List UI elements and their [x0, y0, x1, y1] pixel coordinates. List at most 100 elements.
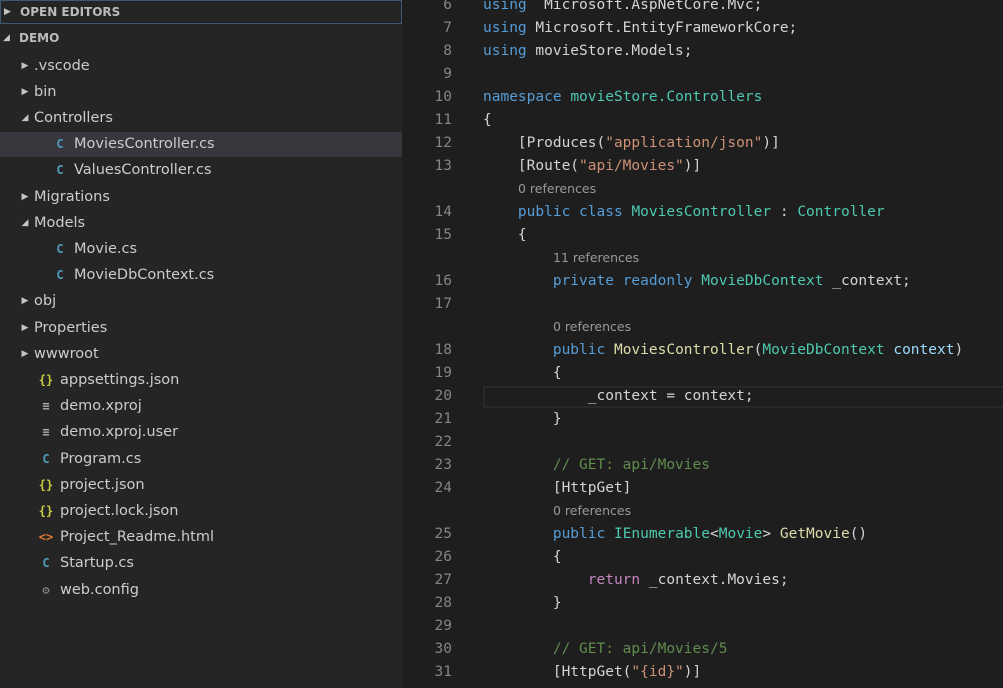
- code-line[interactable]: 20 _context = context;: [402, 385, 1003, 408]
- code-line[interactable]: 10 namespace movieStore.Controllers: [402, 86, 1003, 109]
- tree-item[interactable]: C Movie.cs: [0, 236, 402, 261]
- tree-item[interactable]: ▶ wwwroot: [0, 341, 402, 366]
- line-number: 28: [434, 595, 452, 611]
- codelens-references[interactable]: 0 references: [518, 179, 596, 199]
- code-line[interactable]: 18 public MoviesController(MovieDbContex…: [402, 339, 1003, 362]
- tree-item[interactable]: C Program.cs: [0, 446, 402, 471]
- code-line[interactable]: 27 return _context.Movies;: [402, 569, 1003, 592]
- tree-item-label: appsettings.json: [60, 371, 180, 388]
- code-line[interactable]: 22: [402, 431, 1003, 454]
- tree-item[interactable]: ◢ Controllers: [0, 105, 402, 130]
- codelens-references[interactable]: 11 references: [553, 248, 639, 268]
- code-line[interactable]: 26 {: [402, 546, 1003, 569]
- tree-item[interactable]: {} project.json: [0, 472, 402, 497]
- tree-item[interactable]: ◢ Models: [0, 210, 402, 235]
- tree-item-label: MoviesController.cs: [74, 136, 215, 153]
- tree-item-label: MovieDbContext.cs: [74, 267, 215, 284]
- code-line[interactable]: 8 using movieStore.Models;: [402, 40, 1003, 63]
- code-token: // GET: api/Movies/5: [552, 641, 728, 657]
- code-line[interactable]: 9: [402, 63, 1003, 86]
- tree-item[interactable]: ≡ demo.xproj: [0, 394, 402, 419]
- code-text: {: [483, 546, 562, 569]
- chevron-down-icon[interactable]: ◢: [18, 218, 32, 228]
- code-line[interactable]: 6 using Microsoft.AspNetCore.Mvc;: [402, 0, 1003, 17]
- code-token: MovieDbContext: [701, 273, 824, 289]
- code-token: IEnumerable: [613, 526, 710, 542]
- tree-item[interactable]: ▶ Properties: [0, 315, 402, 340]
- code-line[interactable]: 14 public class MoviesController : Contr…: [402, 201, 1003, 224]
- code-line[interactable]: 16 private readonly MovieDbContext _cont…: [402, 270, 1003, 293]
- tree-item[interactable]: {} appsettings.json: [0, 367, 402, 392]
- tree-item[interactable]: ⚙ web.config: [0, 577, 402, 602]
- tree-item-label: Program.cs: [60, 450, 142, 467]
- tree-item[interactable]: C ValuesController.cs: [0, 158, 402, 183]
- line-number: 24: [434, 480, 452, 496]
- tree-item[interactable]: ▶ .vscode: [0, 53, 402, 78]
- chevron-right-icon[interactable]: ▶: [18, 349, 32, 359]
- line-number: 16: [434, 273, 452, 289]
- chevron-right-icon[interactable]: ▶: [18, 61, 32, 71]
- code-line[interactable]: 29: [402, 615, 1003, 638]
- tree-item-label: obj: [34, 293, 57, 310]
- code-token: // GET: api/Movies: [552, 457, 710, 473]
- line-number: 25: [434, 526, 452, 542]
- code-token: Movie: [718, 526, 763, 542]
- code-token: {: [483, 112, 492, 128]
- code-line[interactable]: 13 [Route("api/Movies")]: [402, 155, 1003, 178]
- demo-folder-header[interactable]: ◢ DEMO: [0, 26, 402, 50]
- chevron-right-icon[interactable]: ▶: [18, 296, 32, 306]
- tree-item[interactable]: C Startup.cs: [0, 551, 402, 576]
- codelens-references[interactable]: 0 references: [553, 501, 631, 521]
- tree-item[interactable]: ≡ demo.xproj.user: [0, 420, 402, 445]
- chevron-right-icon[interactable]: ▶: [18, 87, 32, 97]
- chevron-right-icon[interactable]: ▶: [18, 323, 32, 333]
- code-text: using movieStore.Models;: [483, 40, 693, 63]
- code-line[interactable]: 25 public IEnumerable<Movie> GetMovie(): [402, 523, 1003, 546]
- tree-item[interactable]: ▶ Migrations: [0, 184, 402, 209]
- code-line[interactable]: 31 [HttpGet("{id}")]: [402, 661, 1003, 684]
- text-file-icon: ≡: [42, 399, 50, 414]
- code-line[interactable]: 28 }: [402, 592, 1003, 615]
- code-line[interactable]: 7 using Microsoft.EntityFrameworkCore;: [402, 17, 1003, 40]
- code-text: public MoviesController(MovieDbContext c…: [483, 339, 963, 362]
- tree-item-label: project.json: [60, 476, 145, 493]
- chevron-down-icon[interactable]: ◢: [18, 113, 32, 123]
- tree-item[interactable]: ▶ bin: [0, 79, 402, 104]
- code-editor[interactable]: 6 using Microsoft.AspNetCore.Mvc; 7 using M…: [402, 0, 1003, 688]
- tree-item[interactable]: <> Project_Readme.html: [0, 525, 402, 550]
- code-token: using: [483, 43, 527, 59]
- open-editors-header[interactable]: ▶ OPEN EDITORS: [0, 0, 402, 24]
- tree-item[interactable]: {} project.lock.json: [0, 498, 402, 523]
- open-editors-label: OPEN EDITORS: [20, 5, 121, 19]
- tree-item-label: .vscode: [34, 57, 90, 74]
- code-line[interactable]: 23 // GET: api/Movies: [402, 454, 1003, 477]
- chevron-right-icon[interactable]: ▶: [18, 192, 32, 202]
- code-line[interactable]: 21 }: [402, 408, 1003, 431]
- line-number: 29: [434, 618, 452, 634]
- code-text: [HttpGet]: [483, 477, 632, 500]
- code-line[interactable]: 11 {: [402, 109, 1003, 132]
- csharp-file-icon: C: [56, 163, 64, 178]
- code-line[interactable]: 17: [402, 293, 1003, 316]
- code-token: _context = context;: [483, 388, 754, 404]
- tree-item-label: Controllers: [34, 109, 113, 126]
- code-token: "application/json": [605, 135, 763, 151]
- tree-item[interactable]: C MovieDbContext.cs: [0, 263, 402, 288]
- code-line[interactable]: 15 {: [402, 224, 1003, 247]
- tree-item[interactable]: ▶ obj: [0, 289, 402, 314]
- code-line[interactable]: 30 // GET: api/Movies/5: [402, 638, 1003, 661]
- code-line[interactable]: 19 {: [402, 362, 1003, 385]
- line-number: 19: [434, 365, 452, 381]
- csharp-file-icon: C: [42, 556, 50, 571]
- codelens-references[interactable]: 0 references: [553, 317, 631, 337]
- code-line[interactable]: 24 [HttpGet]: [402, 477, 1003, 500]
- line-number: 10: [434, 89, 452, 105]
- code-text: using Microsoft.EntityFrameworkCore;: [483, 17, 797, 40]
- code-line[interactable]: 12 [Produces("application/json")]: [402, 132, 1003, 155]
- code-text: _context = context;: [483, 385, 754, 408]
- tree-item[interactable]: C MoviesController.cs: [0, 131, 402, 157]
- code-text: // GET: api/Movies/5: [483, 638, 728, 661]
